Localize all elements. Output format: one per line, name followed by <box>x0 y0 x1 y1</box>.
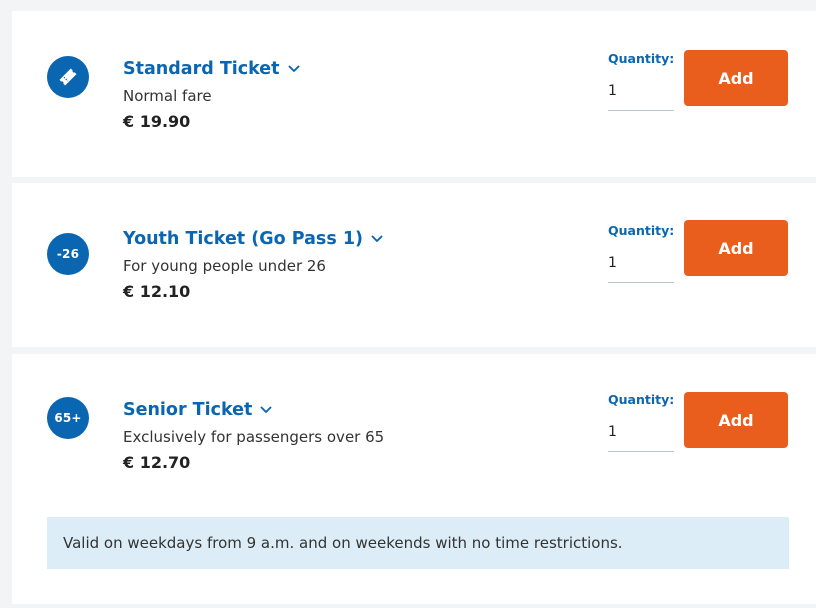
ticket-title: Standard Ticket <box>123 59 280 79</box>
ticket-description: Exclusively for passengers over 65 <box>123 428 385 446</box>
quantity-label: Quantity: <box>608 51 675 66</box>
ticket-description: Normal fare <box>123 87 212 105</box>
ticket-title-toggle[interactable]: Senior Ticket <box>123 398 384 422</box>
chevron-down-icon[interactable] <box>371 235 383 243</box>
ticket-card-senior: 65+ Senior Ticket Exclusively for passen… <box>12 354 816 604</box>
ticket-description: For young people under 26 <box>123 257 326 275</box>
ticket-price: € 12.10 <box>123 282 191 301</box>
ticket-card-standard: Standard Ticket Normal fare € 19.90 Quan… <box>12 11 816 177</box>
quantity-input[interactable] <box>608 67 674 111</box>
quantity-field: Quantity: <box>608 223 674 283</box>
quantity-input[interactable] <box>608 408 674 452</box>
age-under-26-icon: -26 <box>47 233 89 275</box>
chevron-down-icon[interactable] <box>260 406 272 414</box>
ticket-info: Senior Ticket Exclusively for passengers… <box>123 398 384 472</box>
ticket-title: Senior Ticket <box>123 400 253 420</box>
add-button[interactable]: Add <box>684 392 788 448</box>
quantity-label: Quantity: <box>608 223 675 238</box>
quantity-field: Quantity: <box>608 392 674 452</box>
ticket-icon <box>47 56 89 98</box>
add-button[interactable]: Add <box>684 220 788 276</box>
ticket-price: € 12.70 <box>123 453 191 472</box>
ticket-info: Standard Ticket Normal fare € 19.90 <box>123 57 300 131</box>
validity-notice: Valid on weekdays from 9 a.m. and on wee… <box>47 517 789 569</box>
ticket-info: Youth Ticket (Go Pass 1) For young peopl… <box>123 227 383 301</box>
chevron-down-icon[interactable] <box>288 65 300 73</box>
ticket-title-toggle[interactable]: Youth Ticket (Go Pass 1) <box>123 227 383 251</box>
ticket-title: Youth Ticket (Go Pass 1) <box>123 229 364 249</box>
quantity-input[interactable] <box>608 239 674 283</box>
add-button[interactable]: Add <box>684 50 788 106</box>
quantity-label: Quantity: <box>608 392 675 407</box>
ticket-price: € 19.90 <box>123 112 191 131</box>
age-over-65-icon: 65+ <box>47 397 89 439</box>
ticket-card-youth: -26 Youth Ticket (Go Pass 1) For young p… <box>12 183 816 347</box>
ticket-title-toggle[interactable]: Standard Ticket <box>123 57 300 81</box>
quantity-field: Quantity: <box>608 51 674 111</box>
